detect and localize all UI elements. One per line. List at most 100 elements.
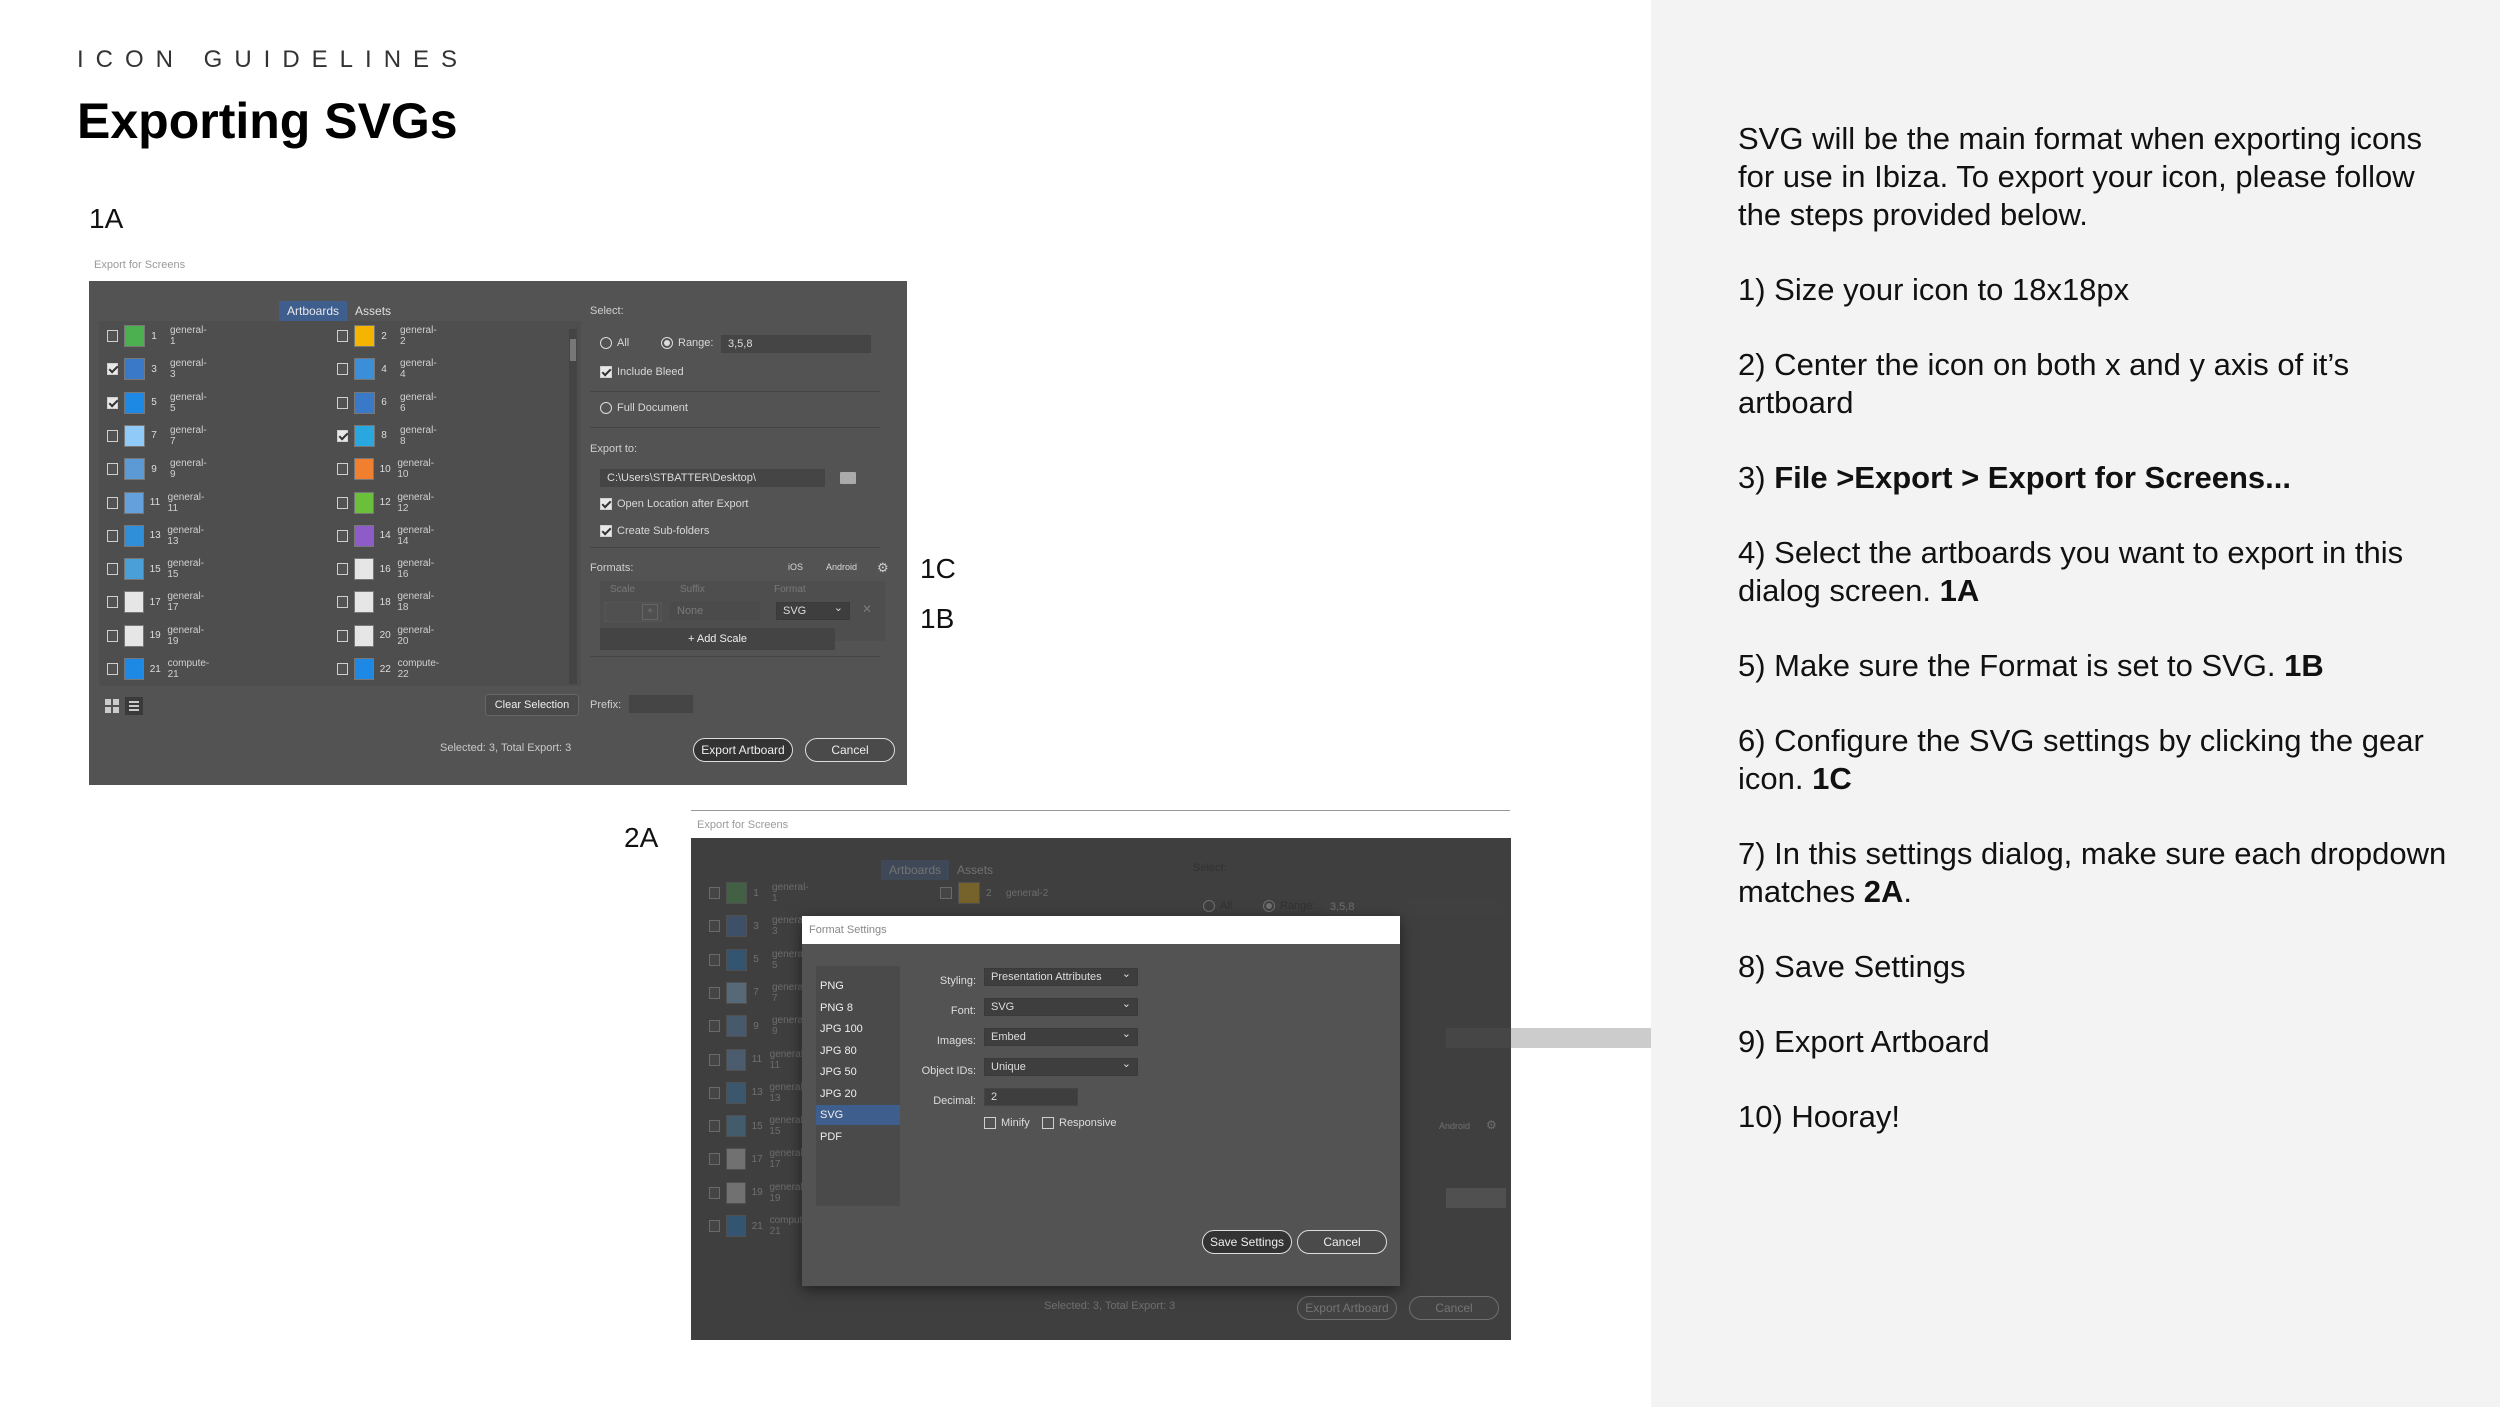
artboard-checkbox[interactable] (337, 596, 348, 609)
object-ids-dropdown[interactable]: Unique (984, 1057, 1138, 1076)
artboard-checkbox[interactable] (709, 1153, 720, 1166)
full-document-radio[interactable]: Full Document (600, 402, 688, 414)
artboard-checkbox[interactable] (337, 330, 349, 342)
format-select[interactable]: SVG (776, 601, 850, 620)
artboard-checkbox[interactable] (709, 986, 721, 999)
export-artboard-button[interactable]: Export Artboard (693, 738, 793, 762)
artboard-row[interactable]: 7 general-7 (107, 423, 210, 449)
artboard-row[interactable]: 10 general-10 (337, 456, 440, 482)
artboard-checkbox[interactable] (107, 663, 118, 675)
artboard-checkbox[interactable] (107, 429, 119, 442)
artboard-checkbox[interactable] (107, 363, 119, 376)
images-dropdown[interactable]: Embed (984, 1027, 1138, 1046)
artboard-checkbox[interactable] (709, 1086, 720, 1099)
artboard-checkbox[interactable] (107, 563, 118, 576)
artboard-checkbox[interactable] (107, 330, 119, 342)
artboard-checkbox[interactable] (709, 1186, 720, 1199)
artboard-checkbox[interactable] (107, 463, 119, 476)
decimal-input[interactable]: 2 (984, 1088, 1078, 1106)
artboard-checkbox[interactable] (107, 529, 118, 542)
artboard-row[interactable]: 5 general-5 (107, 390, 210, 416)
artboard-row[interactable]: 22 compute-22 (337, 656, 445, 682)
artboard-name: general-1 (169, 325, 207, 347)
clear-selection-button[interactable]: Clear Selection (485, 694, 579, 716)
artboard-checkbox[interactable] (107, 496, 118, 509)
artboard-checkbox[interactable] (709, 1220, 720, 1232)
responsive-checkbox[interactable]: Responsive (1042, 1117, 1116, 1129)
artboard-row[interactable]: 1 general-1 (107, 323, 210, 349)
artboard-checkbox[interactable] (337, 629, 348, 642)
artboard-row[interactable]: 20 general-20 (337, 623, 440, 649)
minify-checkbox[interactable]: Minify (984, 1117, 1030, 1129)
artboard-checkbox[interactable] (337, 496, 348, 509)
tab-artboards[interactable]: Artboards (279, 301, 348, 321)
artboard-checkbox[interactable] (107, 629, 118, 642)
artboard-checkbox[interactable] (709, 1120, 720, 1133)
artboard-row[interactable]: 21 compute-21 (107, 656, 215, 682)
artboard-checkbox[interactable] (107, 396, 119, 409)
artboard-checkbox[interactable] (107, 596, 118, 609)
artboard-checkbox[interactable] (337, 663, 348, 675)
artboard-row[interactable]: 13 general-13 (107, 523, 210, 549)
artboard-row[interactable]: 2 general-2 (337, 323, 440, 349)
format-option[interactable]: PDF (816, 1127, 900, 1147)
artboard-checkbox[interactable] (709, 1020, 721, 1033)
artboard-checkbox[interactable] (337, 563, 348, 576)
include-bleed-checkbox[interactable]: Include Bleed (600, 366, 684, 378)
artboard-row[interactable]: 12 general-12 (337, 490, 440, 516)
artboard-thumbnail-icon (353, 558, 374, 581)
artboard-row[interactable]: 16 general-16 (337, 556, 440, 582)
artboard-row[interactable]: 15 general-15 (107, 556, 210, 582)
artboard-checkbox[interactable] (709, 920, 721, 933)
artboard-row[interactable]: 18 general-18 (337, 589, 440, 615)
artboard-row[interactable]: 4 general-4 (337, 356, 440, 382)
artboard-name: general-14 (397, 524, 435, 547)
android-button[interactable]: Android (826, 562, 857, 572)
dialog-caption: Export for Screens (94, 259, 186, 271)
prefix-input[interactable] (629, 695, 693, 713)
artboard-checkbox[interactable] (709, 953, 721, 966)
artboard-thumbnail-icon (726, 948, 748, 971)
settings-cancel-button[interactable]: Cancel (1297, 1230, 1387, 1254)
artboard-row[interactable]: 14 general-14 (337, 523, 440, 549)
range-input[interactable]: 3,5,8 (721, 335, 871, 353)
artboard-row[interactable]: 3 general-3 (107, 356, 210, 382)
tab-assets[interactable]: Assets (347, 301, 399, 321)
artboard-row[interactable]: 9 general-9 (107, 456, 210, 482)
styling-dropdown[interactable]: Presentation Attributes (984, 967, 1138, 986)
create-subfolders-checkbox[interactable]: Create Sub-folders (600, 525, 709, 537)
cancel-button[interactable]: Cancel (805, 738, 895, 762)
select-range-radio[interactable]: Range: (661, 337, 713, 349)
gear-icon[interactable]: ⚙ (877, 560, 889, 576)
folder-icon[interactable] (840, 472, 856, 484)
artboard-row[interactable]: 11 general-11 (107, 490, 210, 516)
open-location-checkbox[interactable]: Open Location after Export (600, 498, 748, 510)
artboard-name: general-7 (169, 424, 207, 447)
artboard-checkbox[interactable] (337, 396, 349, 409)
artboard-number: 13 (149, 530, 161, 542)
add-scale-button[interactable]: + Add Scale (600, 628, 835, 650)
format-settings-title: Format Settings (802, 916, 1400, 944)
artboard-number: 12 (379, 497, 391, 508)
artboard-row[interactable]: 6 general-6 (337, 390, 440, 416)
save-settings-button[interactable]: Save Settings (1202, 1230, 1292, 1254)
select-all-radio[interactable]: All (600, 337, 629, 349)
artboard-checkbox[interactable] (337, 363, 349, 376)
artboard-thumbnail-icon (725, 1148, 746, 1171)
export-path-input[interactable]: C:\Users\STBATTER\Desktop\ (600, 469, 825, 487)
artboard-row[interactable]: 19 general-19 (107, 623, 210, 649)
artboard-row[interactable]: 17 general-17 (107, 589, 210, 615)
artboard-row[interactable]: 8 general-8 (337, 423, 440, 449)
artboard-checkbox[interactable] (709, 887, 721, 899)
list-view-icon[interactable] (125, 697, 143, 715)
format-option[interactable]: SVG (816, 1105, 900, 1125)
styling-label: Styling: (939, 975, 976, 987)
ios-button[interactable]: iOS (788, 562, 803, 572)
artboard-checkbox[interactable] (709, 1053, 720, 1066)
artboard-checkbox[interactable] (337, 429, 349, 442)
font-dropdown[interactable]: SVG (984, 997, 1138, 1016)
grid-view-icon[interactable] (105, 699, 119, 713)
artboard-checkbox[interactable] (337, 529, 348, 542)
list-scrollbar[interactable] (569, 329, 577, 684)
artboard-checkbox[interactable] (337, 463, 348, 476)
